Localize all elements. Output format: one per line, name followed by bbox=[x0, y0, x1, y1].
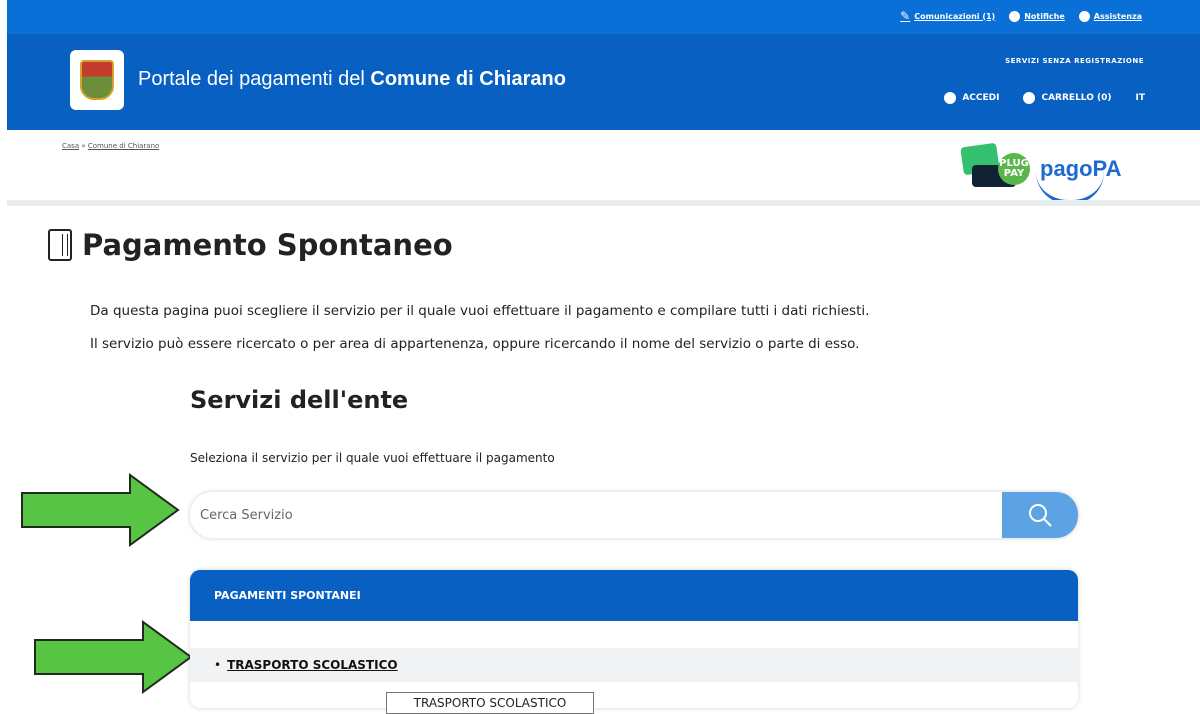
page-description-2: Il servizio può essere ricercato o per a… bbox=[90, 336, 860, 352]
crest-icon bbox=[80, 60, 114, 100]
portal-title[interactable]: Portale dei pagamenti del Comune di Chia… bbox=[138, 68, 566, 91]
utility-links: ✎ Comunicazioni (1) Notifiche Assistenza bbox=[900, 10, 1142, 22]
bell-icon bbox=[1009, 10, 1021, 22]
assistance-link[interactable]: Assistenza bbox=[1078, 10, 1142, 22]
service-search-input[interactable] bbox=[190, 492, 980, 538]
account-bar: ACCEDI CARRELLO (0) IT bbox=[944, 92, 1145, 104]
cart-label: CARRELLO (0) bbox=[1041, 93, 1112, 103]
language-selector[interactable]: IT bbox=[1136, 93, 1146, 103]
breadcrumb-separator: » bbox=[79, 142, 88, 150]
service-link-trasporto-scolastico[interactable]: TRASPORTO SCOLASTICO bbox=[227, 658, 398, 672]
search-button[interactable] bbox=[1002, 492, 1078, 538]
services-title: Servizi dell'ente bbox=[190, 386, 409, 414]
portal-title-prefix: Portale dei pagamenti del bbox=[138, 68, 371, 90]
municipality-logo[interactable] bbox=[70, 50, 124, 110]
spontaneous-payments-panel: PAGAMENTI SPONTANEI • TRASPORTO SCOLASTI… bbox=[190, 570, 1078, 708]
plugpay-badge: PLUG PAY bbox=[998, 153, 1030, 185]
page-description-1: Da questa pagina puoi scegliere il servi… bbox=[90, 303, 870, 319]
breadcrumb: Casa » Comune di Chiarano bbox=[62, 142, 159, 150]
notifications-link[interactable]: Notifiche bbox=[1009, 10, 1065, 22]
user-icon bbox=[944, 92, 957, 104]
cart-icon bbox=[1023, 92, 1036, 104]
top-utility-bar: ✎ Comunicazioni (1) Notifiche Assistenza bbox=[7, 0, 1200, 34]
services-subtitle: Seleziona il servizio per il quale vuoi … bbox=[190, 451, 555, 465]
header-divider bbox=[7, 200, 1200, 206]
communications-link[interactable]: ✎ Comunicazioni (1) bbox=[900, 10, 995, 22]
list-item: • TRASPORTO SCOLASTICO bbox=[190, 648, 1078, 682]
assistance-label: Assistenza bbox=[1093, 11, 1142, 21]
login-label: ACCEDI bbox=[962, 93, 1000, 103]
page-title: Pagamento Spontaneo bbox=[82, 228, 453, 262]
green-arrow-icon bbox=[34, 620, 193, 694]
page-heading: Pagamento Spontaneo bbox=[48, 228, 453, 262]
megaphone-icon: ✎ bbox=[900, 9, 911, 23]
plugpay-logo: PLUG PAY bbox=[958, 141, 1030, 197]
payment-partner-logos: PLUG PAY pagoPA bbox=[958, 138, 1158, 204]
search-icon bbox=[1029, 504, 1052, 527]
portal-title-municipality: Comune di Chiarano bbox=[370, 68, 566, 90]
cart-button[interactable]: CARRELLO (0) bbox=[1023, 92, 1112, 104]
tooltip: TRASPORTO SCOLASTICO bbox=[386, 692, 594, 714]
document-icon bbox=[48, 229, 72, 261]
no-registration-link[interactable]: SERVIZI SENZA REGISTRAZIONE bbox=[1005, 57, 1144, 65]
service-search-box bbox=[190, 492, 1078, 538]
login-button[interactable]: ACCEDI bbox=[944, 92, 999, 104]
communications-label: Comunicazioni (1) bbox=[914, 11, 996, 21]
green-arrow-icon bbox=[21, 473, 180, 547]
list-bullet: • bbox=[214, 658, 222, 672]
panel-title: PAGAMENTI SPONTANEI bbox=[190, 570, 1078, 621]
breadcrumb-home[interactable]: Casa bbox=[62, 142, 79, 150]
help-icon bbox=[1078, 10, 1090, 22]
breadcrumb-current[interactable]: Comune di Chiarano bbox=[88, 142, 159, 150]
notifications-label: Notifiche bbox=[1024, 11, 1065, 21]
pagopa-logo: pagoPA bbox=[1036, 156, 1121, 204]
